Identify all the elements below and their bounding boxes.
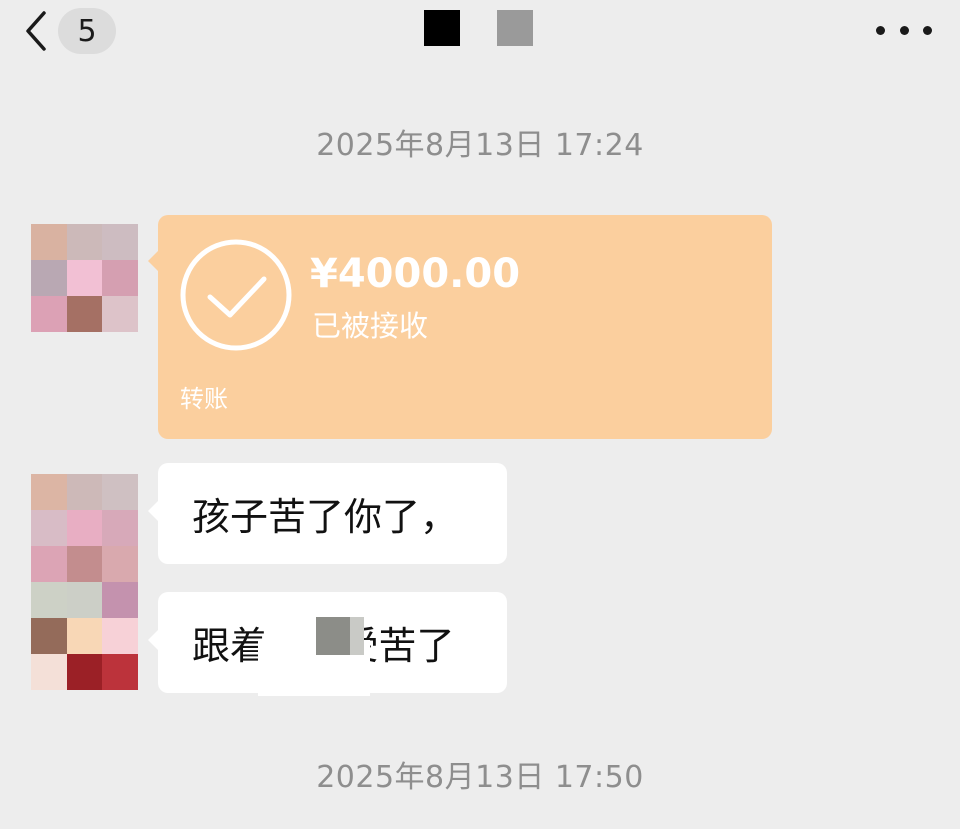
message-timestamp: 2025年8月13日 17:24 (316, 128, 644, 163)
transfer-label: 转账 (180, 385, 228, 413)
back-button[interactable]: 5 (22, 8, 116, 54)
more-horizontal-icon (899, 25, 909, 35)
message-timestamp: 2025年8月13日 17:50 (316, 760, 644, 795)
transfer-card[interactable]: ¥4000.00 已被接收 转账 (148, 215, 772, 439)
more-horizontal-icon (923, 25, 932, 35)
message-bubble[interactable]: 孩子苦了你了， (148, 463, 507, 564)
message-text: 孩子苦了你了， (192, 495, 459, 539)
avatar[interactable] (31, 474, 138, 690)
title-redaction-block (497, 10, 533, 46)
check-circle-icon (180, 239, 292, 351)
transfer-status: 已被接收 (312, 309, 429, 343)
redaction-mosaic (316, 617, 364, 655)
avatar[interactable] (31, 224, 138, 332)
more-horizontal-icon (876, 25, 885, 35)
unread-count-badge[interactable]: 5 (58, 8, 116, 54)
title-redaction-block (424, 10, 460, 46)
chevron-left-icon[interactable] (22, 9, 52, 53)
chat-screen: 5 2025年8月13日 17:24 ¥4000.00 已被接收 转账 孩子苦了… (0, 0, 960, 829)
transfer-amount: ¥4000.00 (310, 251, 521, 297)
more-button[interactable] (876, 12, 932, 48)
